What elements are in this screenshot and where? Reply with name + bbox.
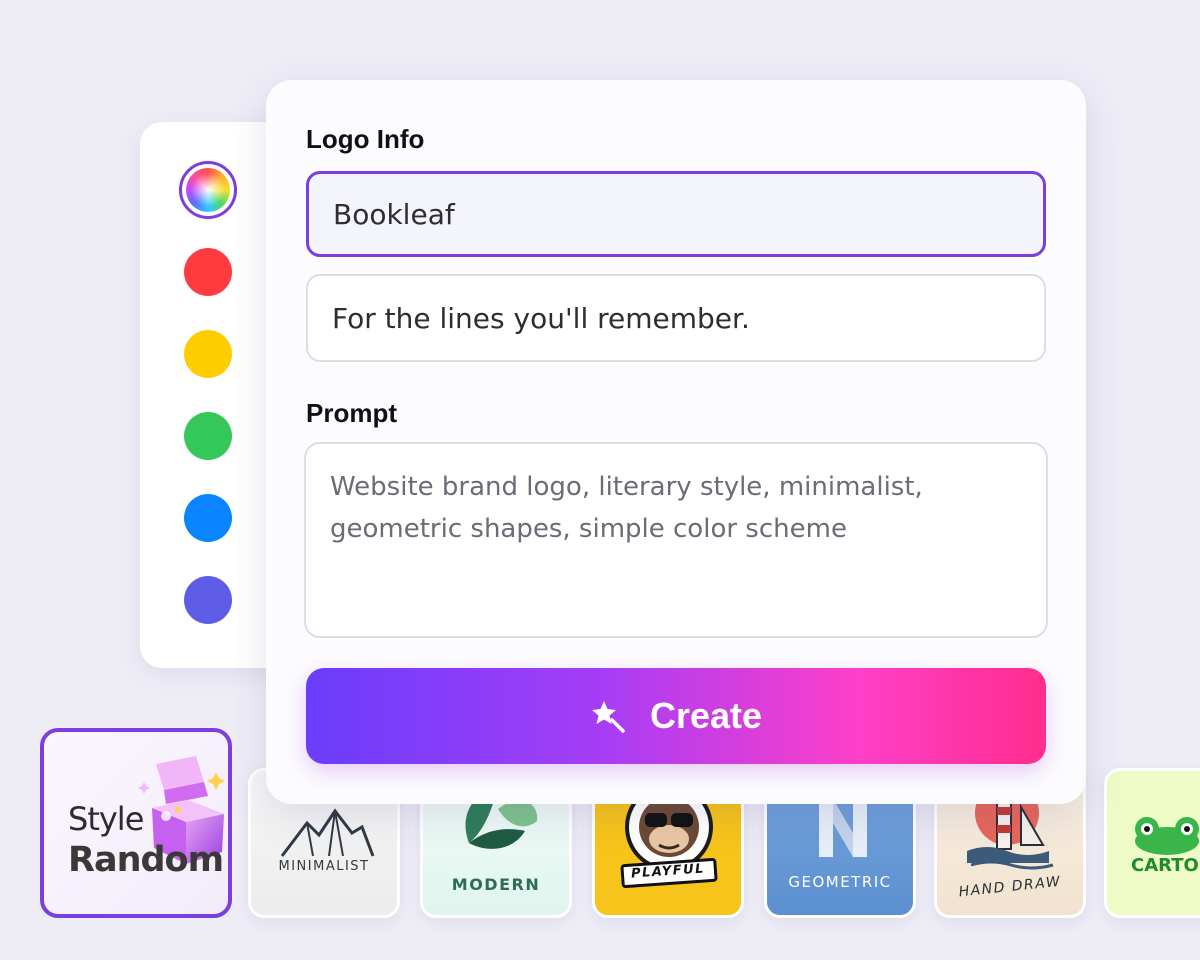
swatch-green[interactable] — [184, 412, 232, 460]
style-label-modern: MODERN — [451, 875, 541, 894]
swatch-red[interactable] — [184, 248, 232, 296]
style-random-line1: Style — [68, 800, 144, 838]
mountain-logo-icon — [280, 808, 375, 857]
slogan-value: For the lines you'll remember. — [332, 301, 750, 335]
create-button[interactable]: Create — [306, 668, 1046, 764]
magic-wand-star-icon — [591, 701, 625, 733]
prompt-textarea[interactable]: Website brand logo, literary style, mini… — [304, 442, 1048, 638]
swatch-indigo[interactable] — [184, 576, 232, 624]
create-button-label: Create — [649, 695, 763, 736]
logo-generator-screen: Style Random MINIMALIST MODERN PLAYFUL G… — [0, 0, 1200, 960]
swatch-blue[interactable] — [184, 494, 232, 542]
prompt-label: Prompt — [306, 398, 397, 428]
frog-logo-icon — [1135, 817, 1199, 855]
logo-form-card: Logo Info Bookleaf For the lines you'll … — [266, 80, 1086, 804]
swatch-yellow[interactable] — [184, 330, 232, 378]
prompt-text: Website brand logo, literary style, mini… — [330, 472, 923, 544]
style-random-line2: Random — [68, 840, 224, 880]
style-label-cartoon: CARTO — [1131, 855, 1199, 876]
brand-name-value: Bookleaf — [333, 197, 455, 231]
brand-name-input[interactable]: Bookleaf — [306, 171, 1046, 257]
swatch-rainbow-selected[interactable] — [179, 161, 237, 219]
style-tile-random[interactable]: Style Random — [40, 728, 232, 918]
logo-info-label: Logo Info — [306, 124, 425, 154]
style-label-geometric: GEOMETRIC — [788, 873, 892, 891]
style-tile-cartoon[interactable]: CARTO — [1104, 768, 1200, 918]
slogan-input[interactable]: For the lines you'll remember. — [306, 274, 1046, 362]
style-label-minimalist: MINIMALIST — [278, 859, 370, 874]
